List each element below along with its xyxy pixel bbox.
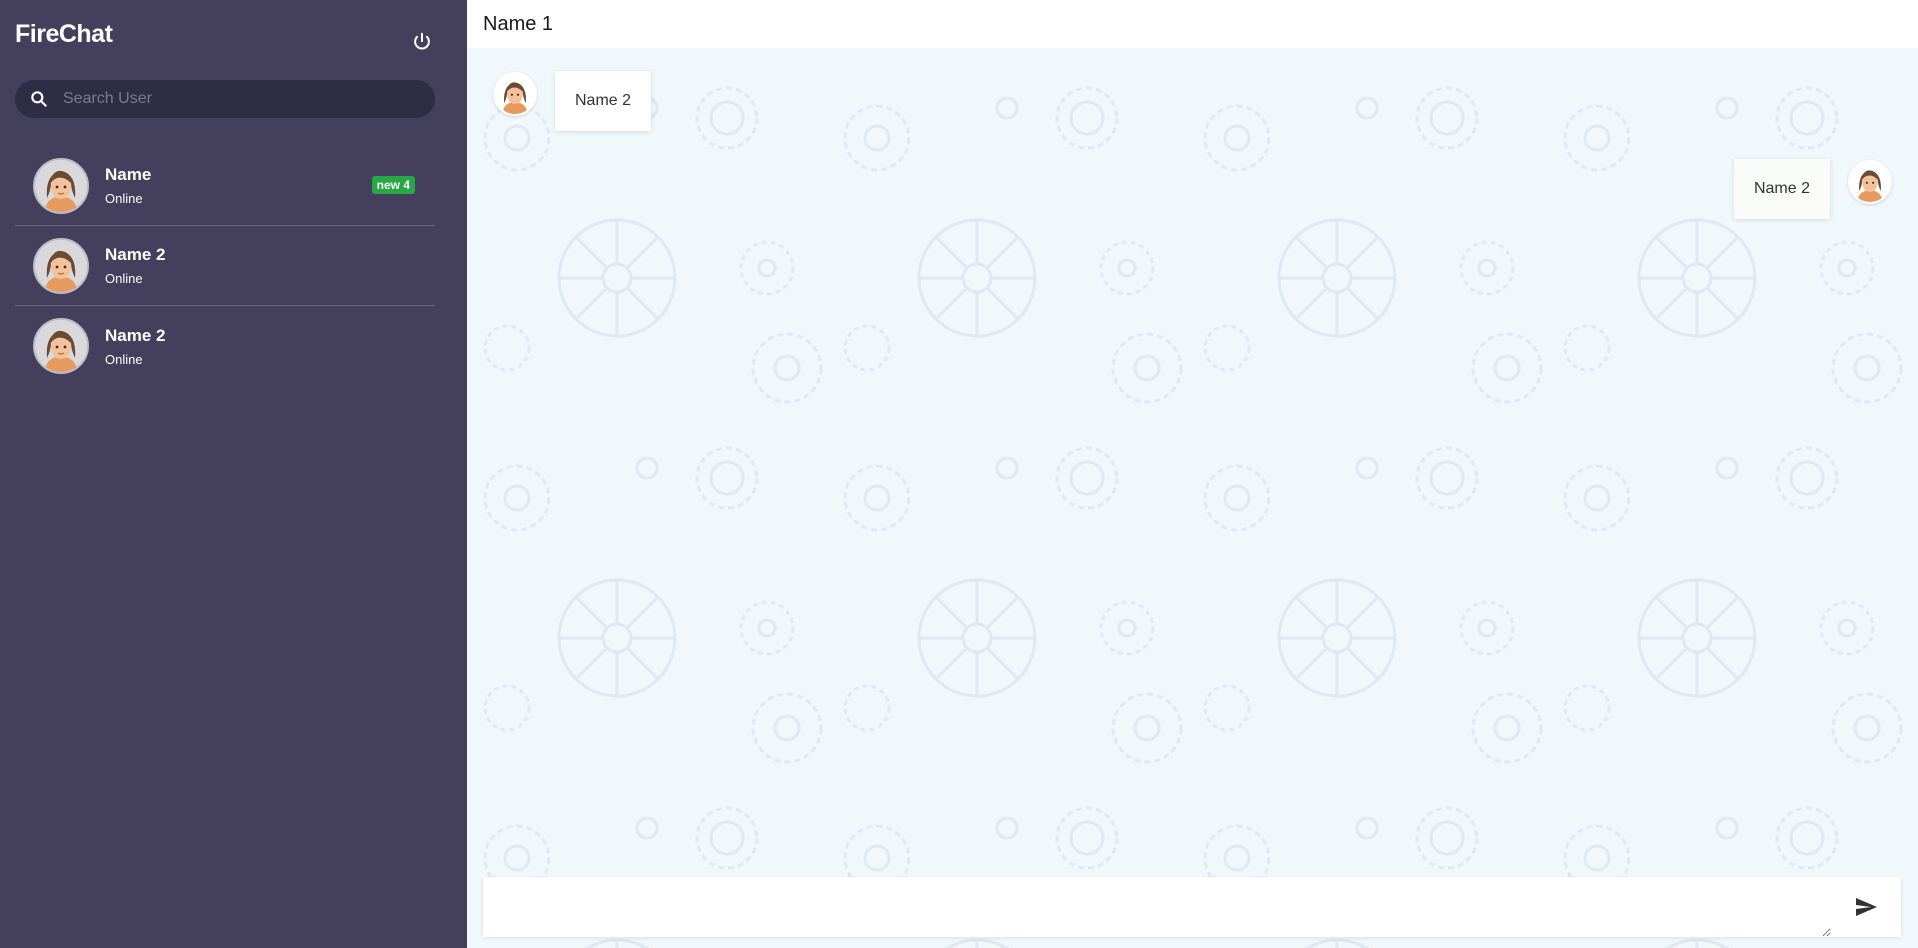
user-list: Name Online new 4 Name 2 Online Name 2 O… [15,146,435,386]
avatar [33,237,89,294]
user-status: Online [105,351,143,367]
message-list: Name 2 Name 2 [467,48,1918,878]
user-name: Name 2 [105,325,166,345]
user-info: Name Online [105,165,151,206]
user-list-item[interactable]: Name 2 Online [15,226,435,306]
avatar-icon [1850,162,1890,202]
message-bubble: Name 2 [1733,159,1830,219]
user-info: Name 2 Online [105,326,165,367]
search-input[interactable] [63,80,435,118]
message-outgoing: Name 2 [1733,159,1892,219]
user-info: Name 2 Online [105,245,165,286]
chat-panel: Name 1 Name 2 Name 2 [467,0,1918,948]
avatar [33,318,89,374]
sidebar: FireChat Search User Name Online new 4 N… [0,0,467,948]
search-icon [15,89,63,109]
avatar-icon [35,320,87,372]
user-status: Online [105,191,143,206]
app: FireChat Search User Name Online new 4 N… [0,0,1918,948]
send-button[interactable] [1831,877,1901,937]
message-incoming: Name 2 [493,71,652,131]
search-box [15,80,435,118]
user-name: Name [105,165,152,184]
user-list-item[interactable]: Name 2 Online [15,306,435,386]
avatar-icon [35,239,87,292]
logout-button[interactable] [408,28,436,56]
avatar [33,157,89,214]
message-bubble: Name 2 [555,71,652,131]
send-icon [1856,898,1877,916]
user-name: Name 2 [105,245,166,264]
message-composer [483,877,1901,937]
user-status: Online [105,271,143,286]
avatar-icon [495,74,535,114]
chat-header: Name 1 [467,0,1918,48]
avatar [1848,160,1892,204]
message-input[interactable] [483,877,1831,937]
user-list-item[interactable]: Name Online new 4 [15,146,435,226]
chat-title: Name 1 [483,12,554,35]
avatar-icon [35,159,87,212]
avatar [493,72,537,116]
power-icon [414,32,430,50]
app-brand: FireChat [15,20,113,48]
new-messages-badge: new 4 [371,176,415,194]
